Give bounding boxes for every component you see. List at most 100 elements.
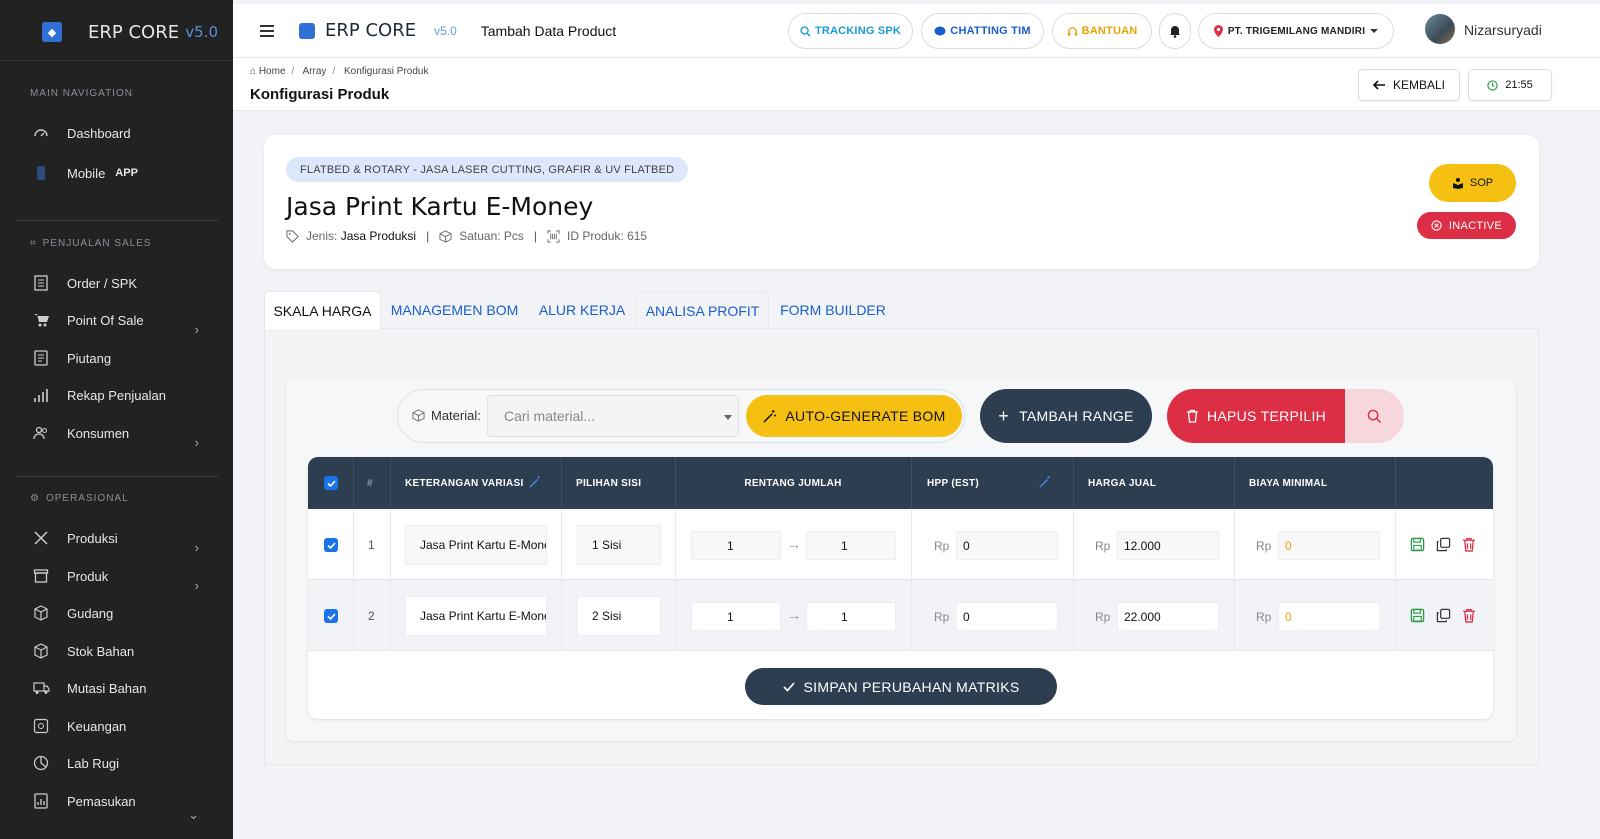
breadcrumb-array[interactable]: Array — [303, 66, 327, 77]
sidebar-item-keuangan[interactable]: Keuangan — [0, 708, 233, 744]
sidebar-item-pemasukan[interactable]: Pemasukan ⌄ — [0, 783, 233, 822]
sop-button[interactable]: SOP — [1429, 164, 1516, 202]
sidebar-divider — [15, 220, 218, 221]
sidebar-item-labrugi[interactable]: Lab Rugi — [0, 745, 233, 781]
harga-jual-input[interactable]: 12.000 — [1117, 531, 1219, 560]
row-checkbox[interactable] — [324, 538, 338, 552]
sidebar-item-rekap[interactable]: Rekap Penjualan — [0, 377, 233, 413]
sidebar-item-mutasi[interactable]: Mutasi Bahan — [0, 670, 233, 706]
sidebar-item-label: Mutasi Bahan — [67, 680, 147, 696]
simpan-matriks-label: SIMPAN PERUBAHAN MATRIKS — [803, 678, 1020, 695]
material-select[interactable]: Cari material... — [487, 395, 739, 437]
table-row: 2 Jasa Print Kartu E-Money 2 Sisi 1 → 1 … — [308, 580, 1493, 651]
keterangan-input[interactable]: Jasa Print Kartu E-Money — [405, 525, 547, 565]
sidebar-item-label: Mobile — [67, 165, 106, 181]
arrow-right-icon: → — [787, 607, 801, 623]
pilihan-sisi-input[interactable]: 2 Sisi — [577, 596, 661, 636]
magic-wand-icon[interactable] — [528, 475, 542, 489]
page-title: Konfigurasi Produk — [250, 86, 390, 103]
bantuan-button[interactable]: BANTUAN — [1052, 13, 1152, 49]
avatar[interactable] — [1425, 14, 1455, 44]
range-min-input[interactable]: 1 — [691, 602, 781, 631]
tools-icon — [32, 529, 50, 547]
biaya-minimal-input[interactable]: 0 — [1278, 602, 1380, 631]
sidebar-item-label: Stok Bahan — [67, 643, 135, 659]
keterangan-input[interactable]: Jasa Print Kartu E-Money — [405, 596, 547, 636]
simpan-matriks-button[interactable]: SIMPAN PERUBAHAN MATRIKS — [745, 668, 1057, 705]
sidebar-item-dashboard[interactable]: Dashboard — [0, 115, 233, 151]
sidebar-item-label: Order / SPK — [67, 275, 138, 291]
harga-jual-input[interactable]: 22.000 — [1117, 602, 1219, 631]
sidebar-item-stok[interactable]: Stok Bahan — [0, 633, 233, 669]
tab-managemen-bom[interactable]: MANAGEMEN BOM — [381, 291, 528, 329]
tag-icon: ⌗ — [30, 238, 37, 249]
sidebar-item-mobile[interactable]: Mobile APP — [0, 155, 233, 191]
satuan-label: Satuan: Pcs — [459, 229, 524, 243]
username[interactable]: Nizarsuryadi — [1464, 22, 1542, 38]
money-icon — [32, 717, 50, 735]
dashboard-icon — [32, 124, 50, 142]
box-icon — [412, 409, 425, 422]
chevron-down-icon: ⌄ — [188, 807, 199, 822]
sidebar-item-produk[interactable]: Produk › — [0, 558, 233, 594]
sidebar-item-order[interactable]: Order / SPK — [0, 265, 233, 301]
notification-button[interactable] — [1159, 13, 1191, 49]
save-icon[interactable] — [1410, 537, 1425, 552]
hamburger-menu-icon[interactable] — [260, 22, 274, 40]
hpp-input[interactable]: 0 — [956, 602, 1058, 631]
trash-icon[interactable] — [1462, 537, 1476, 552]
chevron-right-icon: › — [194, 578, 199, 593]
save-icon[interactable] — [1410, 608, 1425, 623]
hapus-terpilih-label: HAPUS TERPILIH — [1206, 408, 1327, 424]
material-placeholder: Cari material... — [504, 408, 596, 424]
tab-form-builder[interactable]: FORM BUILDER — [769, 291, 897, 329]
select-all-checkbox[interactable] — [324, 476, 338, 490]
tambah-range-label: TAMBAH RANGE — [1019, 408, 1134, 424]
search-button[interactable] — [1345, 389, 1404, 443]
kembali-button[interactable]: KEMBALI — [1358, 69, 1460, 101]
home-icon: ⌂ — [250, 66, 257, 77]
range-max-input[interactable]: 1 — [806, 602, 896, 631]
tab-alur-kerja[interactable]: ALUR KERJA — [528, 291, 636, 329]
sidebar-item-produksi[interactable]: Produksi › — [0, 520, 233, 556]
biaya-minimal-input[interactable]: 0 — [1278, 531, 1380, 560]
company-selector[interactable]: PT. TRIGEMILANG MANDIRI — [1198, 13, 1394, 49]
status-badge[interactable]: INACTIVE — [1417, 212, 1516, 239]
sidebar-brand: ERP CORE — [88, 21, 180, 43]
app-badge: APP — [115, 167, 138, 179]
sidebar-item-label: Gudang — [67, 605, 114, 621]
sidebar-item-konsumen[interactable]: Konsumen › — [0, 415, 233, 451]
magic-wand-icon[interactable] — [1038, 475, 1052, 489]
currency-label: Rp — [1256, 539, 1272, 553]
sidebar-item-label: Rekap Penjualan — [67, 387, 167, 403]
caret-down-icon — [724, 415, 732, 420]
sidebar-item-gudang[interactable]: Gudang — [0, 595, 233, 631]
range-min-input[interactable]: 1 — [691, 531, 781, 560]
bar-chart-icon — [32, 386, 50, 404]
range-max-input[interactable]: 1 — [806, 531, 896, 560]
tambah-range-button[interactable]: + TAMBAH RANGE — [980, 389, 1152, 443]
users-icon — [32, 424, 50, 442]
tracking-spk-button[interactable]: TRACKING SPK — [788, 13, 913, 49]
sidebar-item-piutang[interactable]: Piutang — [0, 340, 233, 376]
chatting-tim-button[interactable]: CHATTING TIM — [921, 13, 1044, 49]
pilihan-sisi-input[interactable]: 1 Sisi — [577, 525, 661, 565]
breadcrumb-home[interactable]: Home — [259, 66, 286, 77]
sidebar-item-pos[interactable]: Point Of Sale › — [0, 302, 233, 338]
tab-analisa-profit[interactable]: ANALISA PROFIT — [636, 291, 769, 329]
brand-logo-icon — [299, 22, 315, 39]
tab-skala-harga[interactable]: SKALA HARGA — [264, 291, 381, 329]
row-number: 2 — [368, 609, 375, 623]
trash-icon[interactable] — [1462, 608, 1476, 623]
plus-icon: + — [998, 405, 1010, 426]
row-number: 1 — [368, 538, 375, 552]
row-checkbox[interactable] — [324, 609, 338, 623]
pie-chart-icon — [32, 754, 50, 772]
gear-icon: ⚙ — [30, 493, 40, 504]
copy-icon[interactable] — [1436, 608, 1451, 623]
header-keterangan: KETERANGAN VARIASI — [405, 477, 524, 489]
hapus-terpilih-button[interactable]: HAPUS TERPILIH — [1167, 389, 1345, 443]
copy-icon[interactable] — [1436, 537, 1451, 552]
hpp-input[interactable]: 0 — [956, 531, 1058, 560]
auto-generate-bom-button[interactable]: AUTO-GENERATE BOM — [746, 395, 962, 437]
